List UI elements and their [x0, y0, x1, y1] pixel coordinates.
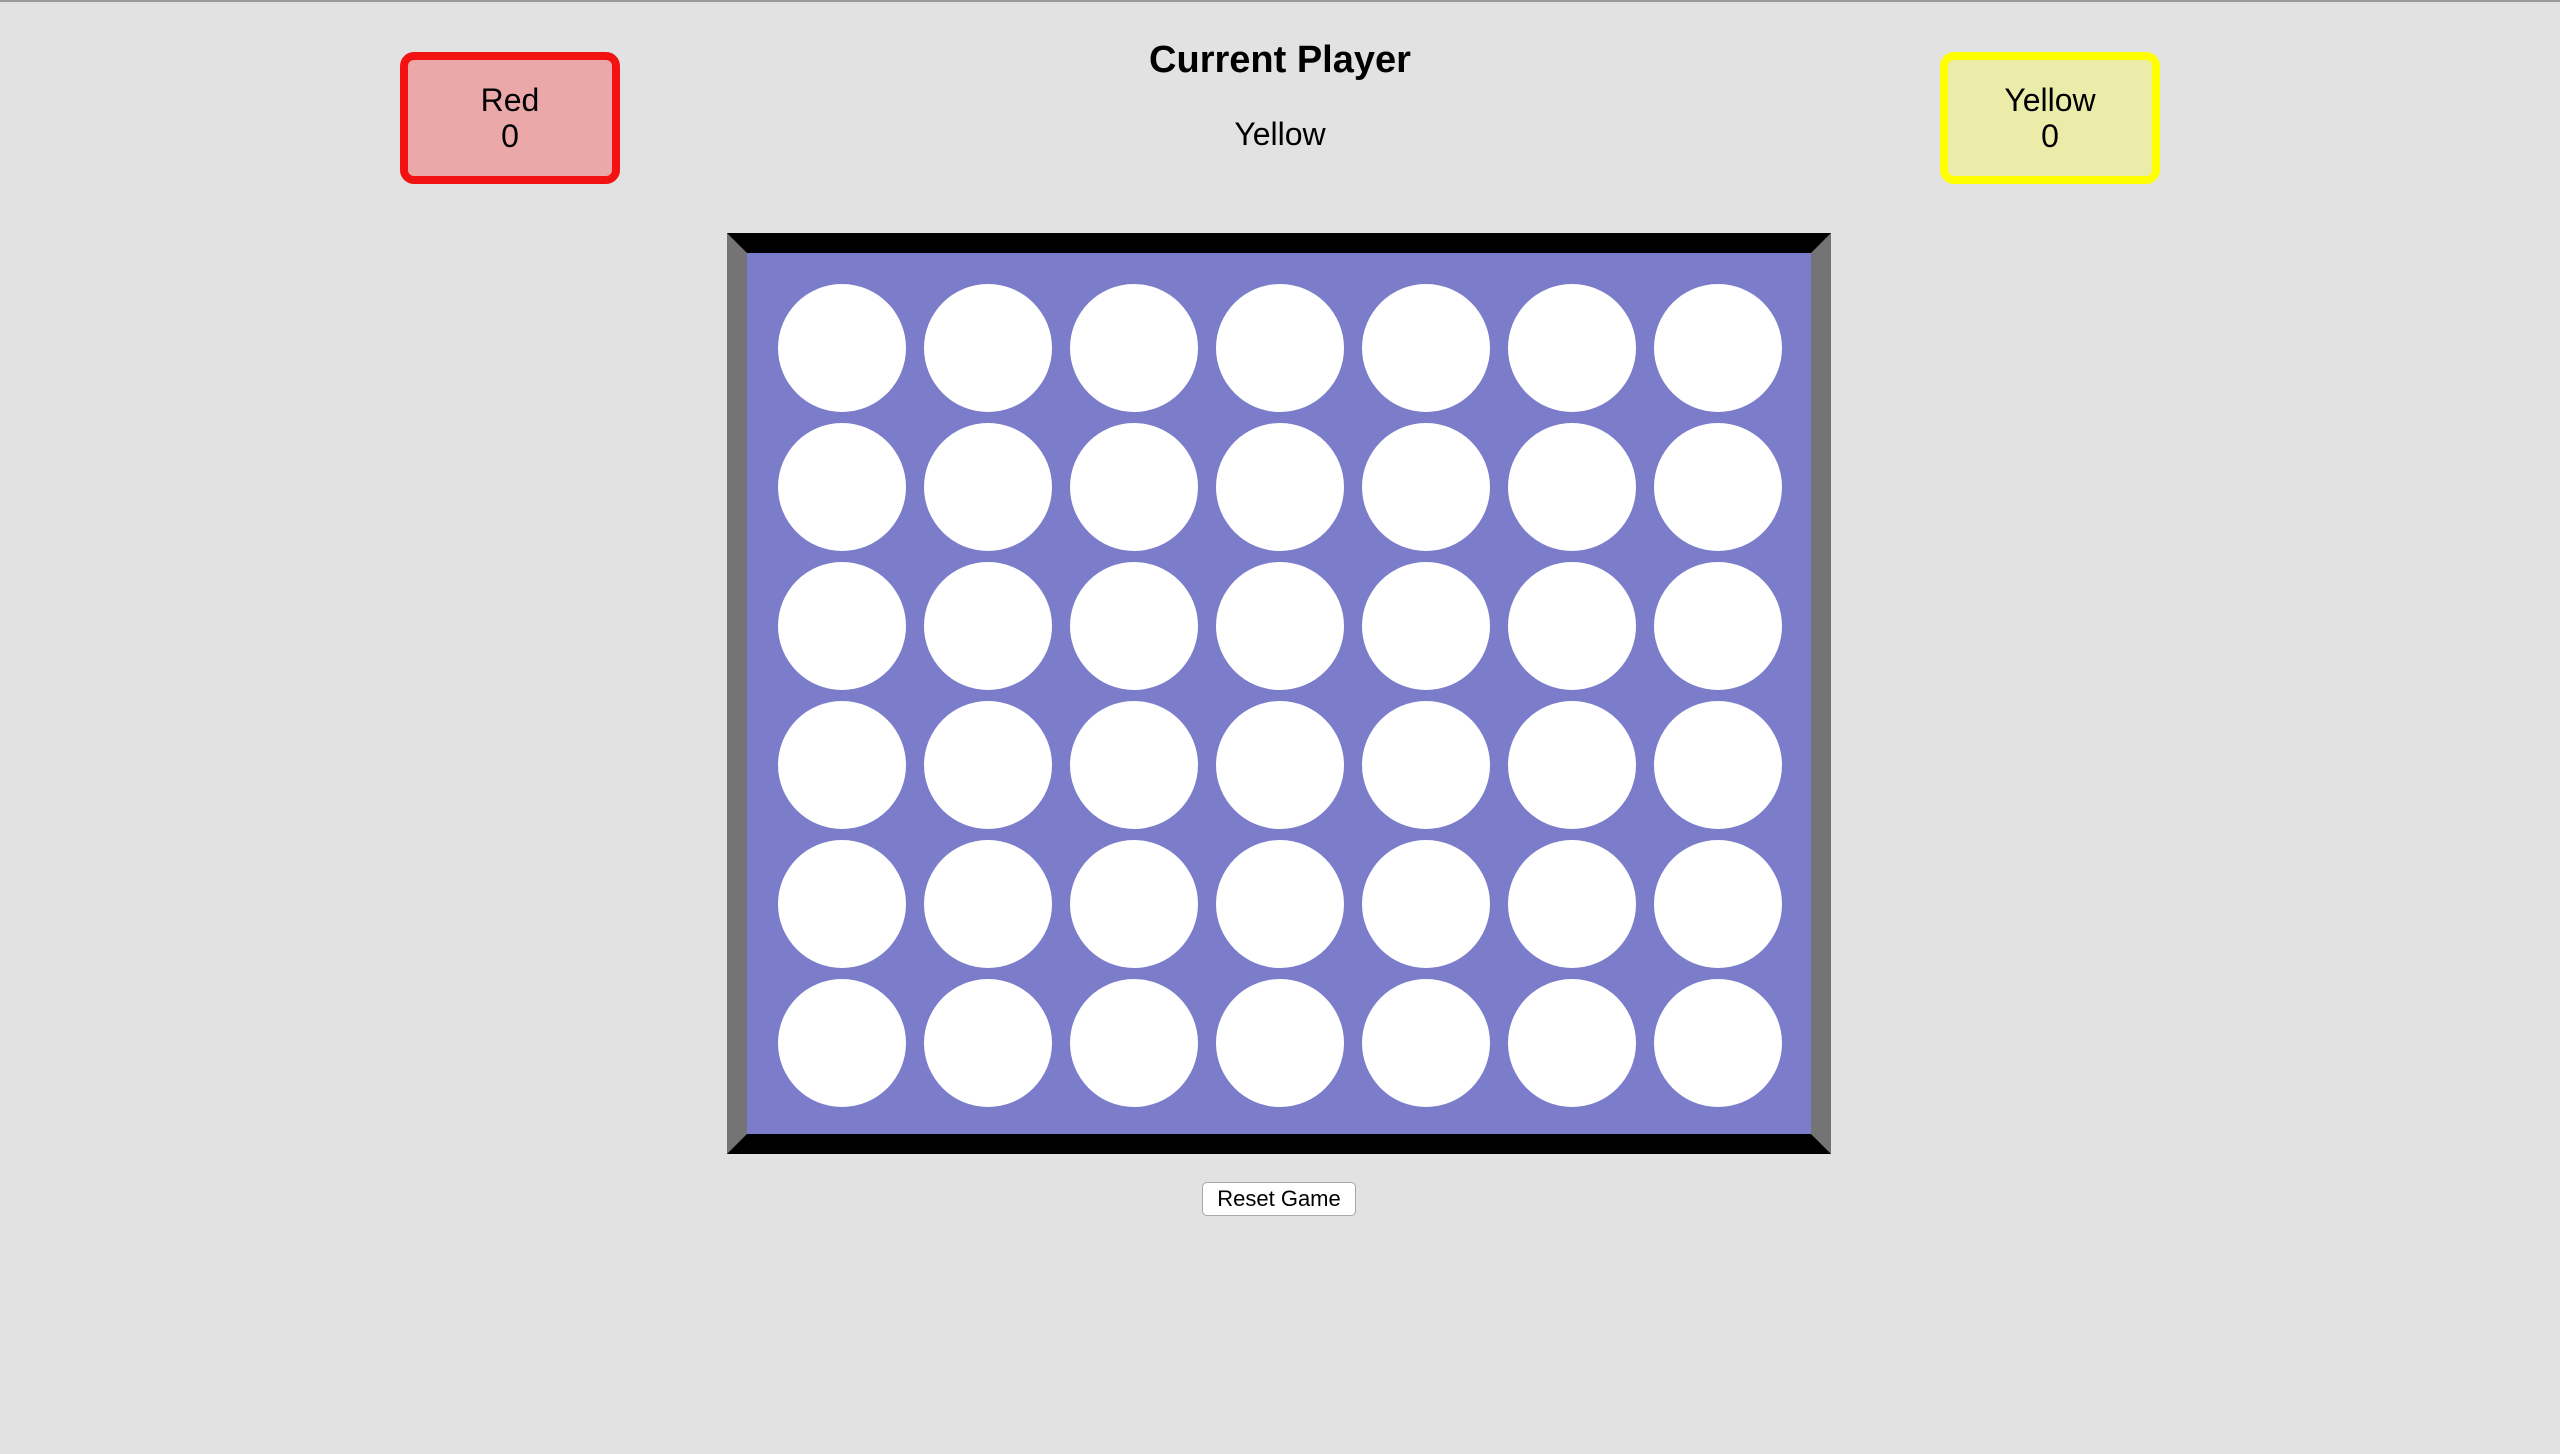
board-cell[interactable] [778, 701, 906, 829]
board-cell[interactable] [1654, 701, 1782, 829]
board-cell[interactable] [924, 701, 1052, 829]
board-cell[interactable] [924, 562, 1052, 690]
board-cell[interactable] [1362, 562, 1490, 690]
board-cell[interactable] [1362, 284, 1490, 412]
board-cell[interactable] [1362, 701, 1490, 829]
board-cell[interactable] [1654, 284, 1782, 412]
current-player-value: Yellow [1234, 116, 1326, 152]
board-cell[interactable] [1216, 423, 1344, 551]
board-cell[interactable] [1216, 284, 1344, 412]
board-cell[interactable] [778, 284, 906, 412]
board-cell[interactable] [924, 284, 1052, 412]
board-cell[interactable] [1362, 979, 1490, 1107]
board-cell[interactable] [1070, 562, 1198, 690]
yellow-score-box: Yellow 0 [1940, 52, 2160, 184]
board-cell[interactable] [924, 840, 1052, 968]
board-cell[interactable] [1070, 979, 1198, 1107]
board-cell[interactable] [1508, 423, 1636, 551]
board-cell[interactable] [1508, 284, 1636, 412]
board-cell[interactable] [924, 423, 1052, 551]
board-cell[interactable] [1070, 284, 1198, 412]
reset-game-button[interactable]: Reset Game [1202, 1182, 1356, 1216]
board-cell[interactable] [1216, 701, 1344, 829]
board-cell[interactable] [1362, 423, 1490, 551]
red-player-name: Red [480, 82, 540, 118]
board-cell[interactable] [1362, 840, 1490, 968]
board-cell[interactable] [1508, 701, 1636, 829]
game-board [747, 253, 1811, 1134]
board-cell[interactable] [924, 979, 1052, 1107]
board-cell[interactable] [778, 423, 906, 551]
board-cell[interactable] [1654, 979, 1782, 1107]
board-cell[interactable] [778, 840, 906, 968]
board-frame [727, 233, 1831, 1154]
board-cell[interactable] [1508, 562, 1636, 690]
board-cell[interactable] [1508, 840, 1636, 968]
window-top-border [0, 0, 2560, 2]
board-cell[interactable] [1654, 840, 1782, 968]
board-cell[interactable] [1070, 840, 1198, 968]
yellow-player-name: Yellow [2004, 82, 2096, 118]
board-cell[interactable] [1508, 979, 1636, 1107]
current-player-heading: Current Player [1149, 39, 1411, 81]
board-cell[interactable] [1216, 979, 1344, 1107]
board-cell[interactable] [1070, 423, 1198, 551]
board-cell[interactable] [1654, 423, 1782, 551]
yellow-player-score: 0 [2041, 118, 2059, 154]
board-cell[interactable] [778, 979, 906, 1107]
board-cell[interactable] [778, 562, 906, 690]
board-cell[interactable] [1216, 840, 1344, 968]
board-cell[interactable] [1070, 701, 1198, 829]
board-cell[interactable] [1216, 562, 1344, 690]
board-cell[interactable] [1654, 562, 1782, 690]
